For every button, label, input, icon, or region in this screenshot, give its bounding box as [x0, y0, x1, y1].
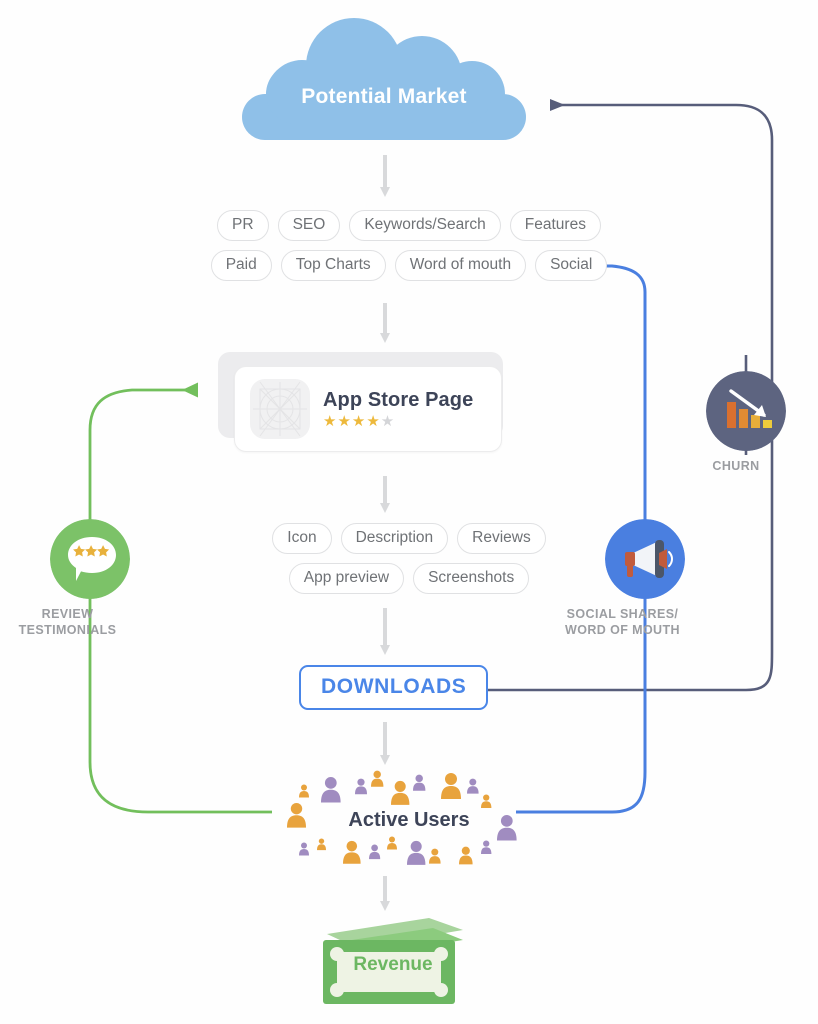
app-store-page-card[interactable]: App Store Page ★★★★★: [218, 352, 518, 462]
megaphone-icon: [605, 519, 685, 599]
card-text-block: App Store Page ★★★★★: [323, 389, 473, 429]
app-rating-stars: ★★★★★: [323, 414, 473, 429]
acquisition-channel-pills: PR SEO Keywords/Search Features Paid Top…: [0, 210, 818, 281]
app-store-page-title: App Store Page: [323, 389, 474, 411]
pill-icon[interactable]: Icon: [272, 523, 332, 554]
social-shares-badge[interactable]: SOCIAL SHARES/ WORD OF MOUTH: [565, 519, 685, 638]
declining-bar-chart-icon: [706, 371, 786, 451]
potential-market-cloud: Potential Market: [236, 18, 532, 142]
social-shares-label: SOCIAL SHARES/ WORD OF MOUTH: [565, 607, 680, 637]
pill-social[interactable]: Social: [535, 249, 608, 281]
review-testimonials-badge[interactable]: REVIEW TESTIMONIALS: [19, 519, 130, 638]
pill-word-of-mouth[interactable]: Word of mouth: [394, 249, 527, 281]
pill-keywords-search[interactable]: Keywords/Search: [349, 210, 501, 241]
revenue-node: Revenue: [313, 910, 473, 1010]
app-icon-placeholder-icon: [250, 379, 310, 439]
churn-badge[interactable]: CHURN: [706, 371, 786, 475]
growth-funnel-diagram: Potential Market PR SEO Keywords/Search …: [0, 0, 818, 1024]
rating-stars-empty: ★: [380, 413, 396, 430]
pill-top-charts[interactable]: Top Charts: [280, 249, 386, 281]
revenue-label: Revenue: [353, 954, 433, 975]
rating-stars-filled: ★★★★: [323, 413, 381, 430]
potential-market-label: Potential Market: [301, 85, 467, 108]
churn-label: CHURN: [712, 459, 760, 473]
acquisition-pill-row-2: Paid Top Charts Word of mouth Social: [0, 249, 818, 281]
acquisition-pill-row-1: PR SEO Keywords/Search Features: [0, 210, 818, 241]
active-users-node: Active Users: [283, 768, 535, 872]
downloads-button[interactable]: DOWNLOADS: [299, 665, 489, 710]
pill-reviews[interactable]: Reviews: [457, 523, 546, 554]
review-testimonials-label: REVIEW TESTIMONIALS: [18, 607, 117, 637]
pill-features[interactable]: Features: [509, 210, 601, 241]
pill-screenshots[interactable]: Screenshots: [413, 562, 530, 594]
pill-description[interactable]: Description: [340, 523, 449, 554]
pill-seo[interactable]: SEO: [277, 210, 341, 241]
active-users-label: Active Users: [348, 808, 470, 831]
pill-paid[interactable]: Paid: [210, 249, 272, 281]
pill-pr[interactable]: PR: [217, 210, 269, 241]
card-front-layer[interactable]: App Store Page ★★★★★: [234, 366, 502, 452]
speech-bubble-stars-icon: [50, 519, 130, 599]
pill-app-preview[interactable]: App preview: [288, 562, 405, 594]
